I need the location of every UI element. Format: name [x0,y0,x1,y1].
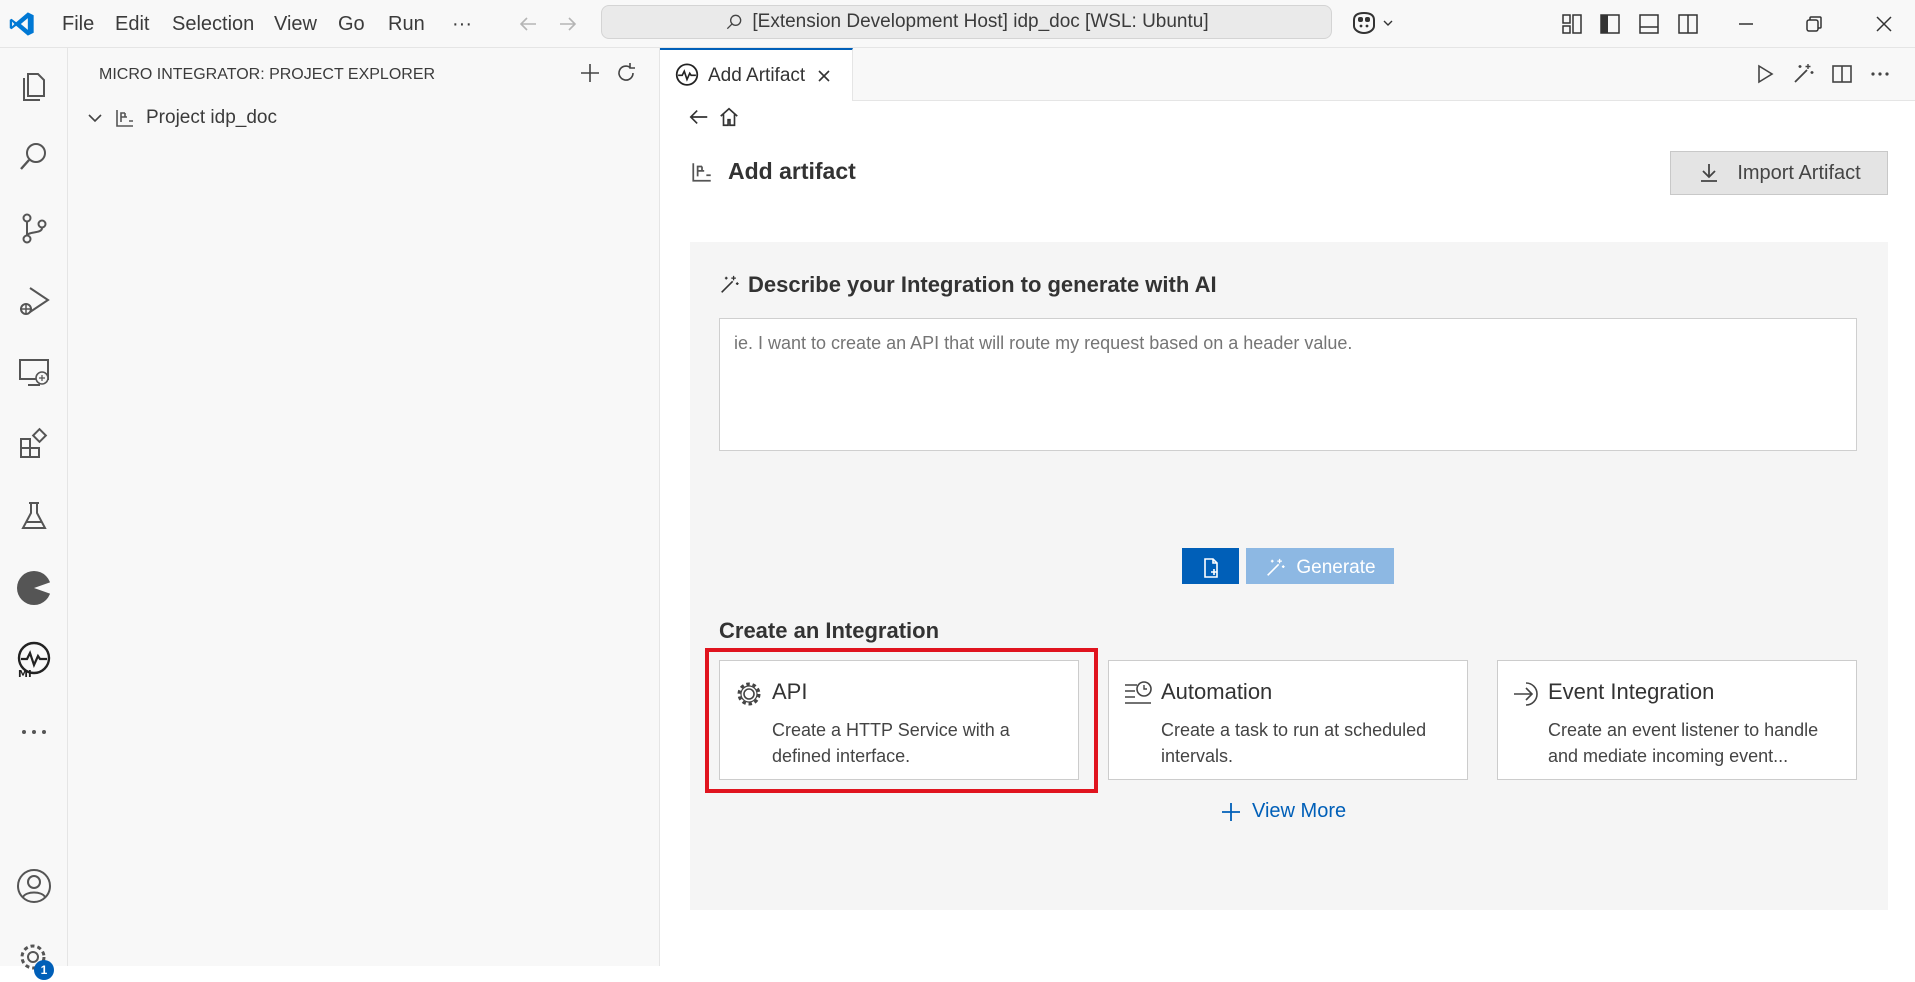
event-integration-card[interactable]: Event Integration Create an event listen… [1497,660,1857,780]
vscode-logo-icon[interactable] [8,10,36,38]
settings-icon[interactable]: 1 [10,934,58,982]
schedule-icon [1123,679,1153,709]
restore-icon[interactable] [1802,12,1826,36]
command-center-text: [Extension Development Host] idp_doc [WS… [752,11,1209,32]
tab-bar: Add Artifact [660,48,1915,101]
more-actions-icon[interactable] [1868,62,1892,86]
project-explorer-sidebar: MICRO INTEGRATOR: PROJECT EXPLORER Proje… [68,48,660,966]
more-icon[interactable] [10,708,58,756]
attach-file-button[interactable] [1182,548,1239,587]
automation-card-title: Automation [1161,679,1273,704]
chevron-down-icon [86,109,104,127]
run-icon[interactable] [1752,62,1776,86]
menu-selection[interactable]: Selection [170,10,256,38]
search-icon[interactable] [10,132,58,180]
import-artifact-button[interactable]: Import Artifact [1670,151,1888,195]
extensions-icon[interactable] [10,420,58,468]
event-integration-card-title: Event Integration [1548,679,1715,704]
micro-integrator-icon[interactable]: MI [10,636,58,684]
files-icon[interactable] [10,60,58,108]
toggle-panel-icon[interactable] [1637,12,1661,36]
editor-area: Add Artifact Add artifact Import Artifac… [660,48,1915,966]
event-input-icon [1512,679,1546,709]
ai-sparkle-icon[interactable] [1791,62,1815,86]
split-editor-icon[interactable] [1830,62,1854,86]
customize-layout-icon[interactable] [1560,12,1584,36]
plus-icon [1220,801,1242,823]
create-integration-heading: Create an Integration [719,618,940,643]
command-center-search[interactable]: [Extension Development Host] idp_doc [WS… [601,5,1332,39]
add-icon[interactable] [578,61,602,85]
project-icon [690,160,714,184]
home-icon[interactable] [718,106,740,128]
title-bar: File Edit Selection View Go Run ··· [Ext… [0,0,1915,48]
import-artifact-label: Import Artifact [1737,161,1861,184]
project-label: Project idp_doc [146,107,277,128]
menu-more[interactable]: ··· [450,10,474,38]
generate-button[interactable]: Generate [1246,548,1394,587]
project-icon [114,107,136,129]
tab-add-artifact[interactable]: Add Artifact [660,48,853,101]
settings-badge: 1 [34,960,54,980]
account-icon[interactable] [10,862,58,910]
refresh-icon[interactable] [614,61,638,85]
testing-icon[interactable] [10,492,58,540]
tree-item-project[interactable]: Project idp_doc [86,104,277,132]
ai-prompt-input[interactable] [719,318,1857,451]
ai-generate-section: Describe your Integration to generate wi… [690,242,1888,616]
automation-card-desc: Create a task to run at scheduled interv… [1161,720,1427,766]
ai-heading-text: Describe your Integration to generate wi… [748,272,1217,297]
wso2-icon[interactable] [10,564,58,612]
source-control-icon[interactable] [10,204,58,252]
view-more-label: View More [1252,800,1347,822]
page-title: Add artifact [728,158,856,184]
toggle-secondary-sidebar-icon[interactable] [1676,12,1700,36]
download-icon [1697,161,1721,185]
forward-arrow-icon[interactable] [556,12,580,36]
copilot-icon[interactable] [1350,10,1394,36]
search-icon [724,12,744,32]
menu-go[interactable]: Go [336,10,367,38]
close-window-icon[interactable] [1872,12,1896,36]
view-more-link[interactable]: View More [1220,800,1346,823]
generate-label: Generate [1296,556,1376,578]
page-header: Add artifact [690,158,856,185]
micro-integrator-icon [674,62,700,89]
new-file-icon [1199,556,1223,580]
menu-run[interactable]: Run [386,10,427,38]
svg-text:MI: MI [18,669,32,679]
back-arrow-icon[interactable] [516,12,540,36]
ai-heading: Describe your Integration to generate wi… [718,272,1217,298]
minimize-icon[interactable] [1734,12,1758,36]
sidebar-title: MICRO INTEGRATOR: PROJECT EXPLORER [99,66,436,83]
toggle-primary-sidebar-icon[interactable] [1598,12,1622,36]
back-arrow-icon[interactable] [688,106,710,128]
remote-explorer-icon[interactable] [10,348,58,396]
highlight-box [705,648,1098,793]
run-debug-icon[interactable] [10,276,58,324]
close-tab-icon[interactable] [815,67,833,85]
event-integration-card-desc: Create an event listener to handle and m… [1548,720,1819,766]
activity-bar: MI 1 [0,48,68,980]
tab-label: Add Artifact [708,64,806,86]
ai-sparkle-icon [1264,557,1286,579]
menu-edit[interactable]: Edit [113,10,151,38]
ai-sparkle-icon [718,274,740,296]
menu-view[interactable]: View [272,10,319,38]
automation-card[interactable]: Automation Create a task to run at sched… [1108,660,1468,780]
menu-file[interactable]: File [60,10,96,38]
